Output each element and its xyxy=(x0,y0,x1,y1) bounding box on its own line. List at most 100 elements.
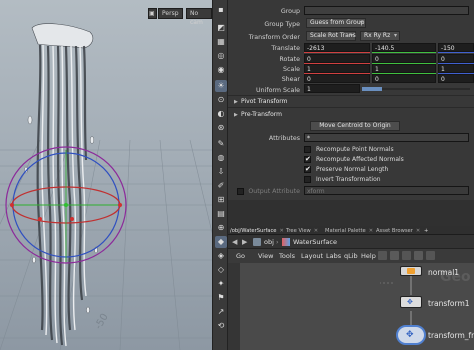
normal-icon[interactable]: ⊛ xyxy=(215,122,227,134)
node-transform1[interactable]: ✥ xyxy=(400,296,422,308)
menu-qlib[interactable]: qLib xyxy=(344,252,358,260)
slider-handle[interactable] xyxy=(362,87,382,91)
extra-tools-icon[interactable]: ⟲ xyxy=(215,320,227,332)
path-obj[interactable]: obj xyxy=(264,238,274,246)
transform-order-dropdown[interactable]: Scale Rot Trans xyxy=(306,31,356,41)
attributes-field[interactable]: * xyxy=(304,133,469,142)
handle-icon[interactable]: ↗ xyxy=(215,306,227,318)
translate-z-field[interactable]: -150 xyxy=(438,43,474,52)
menu-view[interactable]: View xyxy=(258,252,273,260)
ortho-icon[interactable]: ⇩ xyxy=(215,166,227,178)
path-watersurface[interactable]: WaterSurface xyxy=(293,238,337,246)
tool-icon[interactable] xyxy=(378,251,387,260)
preserve-normal-length-checkbox[interactable]: Preserve Normal Length xyxy=(304,165,388,174)
camera-menu[interactable]: Persp xyxy=(158,8,183,19)
scale-y-field[interactable]: 1 xyxy=(372,64,436,73)
tab-network[interactable]: /obj/WaterSurface ✕ xyxy=(230,227,284,235)
divider xyxy=(228,95,474,96)
output-attribute-checkbox[interactable] xyxy=(237,188,244,195)
viewport-options-icon[interactable]: ▣ xyxy=(148,8,157,19)
shade-icon[interactable]: ◍ xyxy=(215,152,227,164)
network-editor: /obj/WaterSurface ✕ Tree View ✕ Material P… xyxy=(228,226,474,350)
checkbox-box[interactable] xyxy=(304,176,311,183)
flag-icon[interactable]: ⚑ xyxy=(215,292,227,304)
cam-menu[interactable]: No cam xyxy=(186,8,212,26)
display-icon[interactable]: ◩ xyxy=(215,22,227,34)
shear-y-field[interactable]: 0 xyxy=(372,74,436,83)
close-icon[interactable]: ✕ xyxy=(369,228,373,234)
checkbox-box[interactable] xyxy=(304,155,311,163)
group-type-dropdown[interactable]: Guess from Group xyxy=(306,18,366,28)
close-icon[interactable]: ✕ xyxy=(280,228,284,234)
forward-icon[interactable]: ▶ xyxy=(242,238,247,246)
camera-icon[interactable]: ◐ xyxy=(215,108,227,120)
close-icon[interactable]: ✕ xyxy=(416,228,420,234)
expand-triangle-icon: ▶ xyxy=(234,112,238,118)
expand-triangle-icon: ▶ xyxy=(234,99,238,105)
ghost-icon[interactable]: ◉ xyxy=(215,64,227,76)
grid-icon[interactable]: ▤ xyxy=(215,208,227,220)
snap-icon[interactable]: ◎ xyxy=(215,50,227,62)
tool-icon[interactable] xyxy=(402,251,411,260)
scale-z-field[interactable]: 1 xyxy=(438,64,474,73)
menu-tools[interactable]: Tools xyxy=(279,252,295,260)
tool-icon[interactable] xyxy=(426,251,435,260)
checkbox-box[interactable] xyxy=(304,165,311,173)
tab-asset-browser[interactable]: Asset Browser ✕ xyxy=(376,227,420,235)
translate-x-field[interactable]: -2613 xyxy=(304,43,370,52)
network-canvas[interactable]: Geo normal1 ✥ transform1 ✥ transform_fro… xyxy=(240,263,474,350)
y-axis-bar xyxy=(372,52,436,53)
node-normal1[interactable] xyxy=(400,266,422,276)
point-icon[interactable]: ⊙ xyxy=(215,94,227,106)
measure-icon[interactable]: ⊞ xyxy=(215,194,227,206)
scale-x-field[interactable]: 1 xyxy=(304,64,370,73)
node-transform-from[interactable]: ✥ xyxy=(396,325,426,345)
group-label: Group xyxy=(280,8,300,15)
sculpt-icon[interactable]: ✐ xyxy=(215,180,227,192)
light-icon[interactable]: ☀ xyxy=(215,80,227,92)
rotate-z-field[interactable]: 0 xyxy=(438,54,474,63)
path-bar: ◀ ▶ obj › WaterSurface xyxy=(228,235,474,249)
uniform-scale-slider[interactable] xyxy=(362,87,470,91)
divider xyxy=(228,107,474,108)
bbox-icon[interactable]: ▦ xyxy=(215,36,227,48)
uniform-scale-field[interactable]: 1 xyxy=(304,84,360,93)
move-centroid-button[interactable]: Move Centroid to Origin xyxy=(310,121,400,131)
checkbox-box[interactable] xyxy=(304,146,311,153)
scene-viewport[interactable]: -50 Persp No cam ▣ xyxy=(0,0,212,350)
back-icon[interactable]: ◀ xyxy=(232,238,237,246)
rotation-order-dropdown[interactable]: Rx Ry Rz xyxy=(360,31,400,41)
pin-icon[interactable]: ▪ xyxy=(215,4,227,16)
recompute-point-normals-checkbox[interactable]: Recompute Point Normals xyxy=(304,146,394,154)
lock-icon[interactable]: ✦ xyxy=(215,278,227,290)
rotate-y-field[interactable]: 0 xyxy=(372,54,436,63)
menu-help[interactable]: Help xyxy=(361,252,376,260)
visibility-icon[interactable]: ◈ xyxy=(215,250,227,262)
invert-transformation-checkbox[interactable]: Invert Transformation xyxy=(304,176,381,184)
menu-go[interactable]: Go xyxy=(236,252,245,260)
attributes-label: Attributes xyxy=(268,135,300,142)
rotate-x-field[interactable]: 0 xyxy=(304,54,370,63)
group-field[interactable] xyxy=(304,6,469,15)
pre-transform-section[interactable]: ▶ Pre-Transform xyxy=(234,111,282,118)
tool-icon[interactable] xyxy=(414,251,423,260)
menu-layout[interactable]: Layout xyxy=(301,252,323,260)
viewport-canvas[interactable]: -50 xyxy=(0,0,212,350)
tab-material-palette[interactable]: Material Palette ✕ xyxy=(325,227,373,235)
close-icon[interactable]: ✕ xyxy=(314,228,318,234)
translate-y-field[interactable]: -140.5 xyxy=(372,43,436,52)
template-icon[interactable]: ◇ xyxy=(215,264,227,276)
scale-label: Scale xyxy=(283,66,300,73)
shear-x-field[interactable]: 0 xyxy=(304,74,370,83)
tab-tree-view[interactable]: Tree View ✕ xyxy=(286,227,318,235)
output-attribute-field[interactable]: xform xyxy=(304,186,469,195)
tool-icon[interactable] xyxy=(390,251,399,260)
menu-labs[interactable]: Labs xyxy=(326,252,341,260)
shear-z-field[interactable]: 0 xyxy=(438,74,474,83)
pivot-transform-section[interactable]: ▶ Pivot Transform xyxy=(234,98,287,105)
wire-icon[interactable]: ✎ xyxy=(215,138,227,150)
select-mode-icon[interactable]: ◆ xyxy=(215,236,227,248)
add-tab-icon[interactable]: + xyxy=(424,227,428,235)
link-icon[interactable]: ⊕ xyxy=(215,222,227,234)
recompute-affected-normals-checkbox[interactable]: Recompute Affected Normals xyxy=(304,155,404,164)
